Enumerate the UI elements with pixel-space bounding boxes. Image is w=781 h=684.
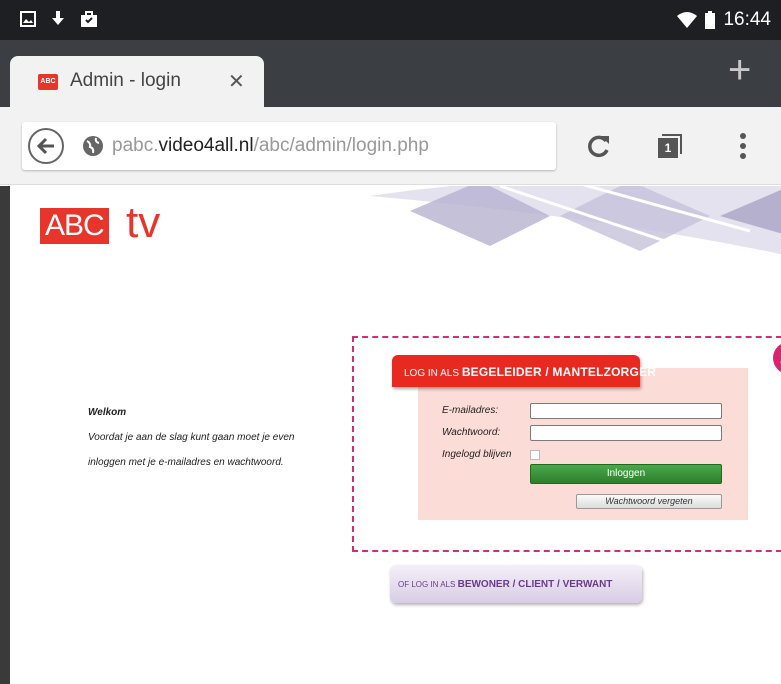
remember-checkbox[interactable]	[530, 450, 540, 460]
header-decoration	[370, 186, 781, 255]
back-button[interactable]	[28, 128, 64, 164]
window-edge	[0, 186, 10, 684]
email-field[interactable]	[530, 403, 722, 419]
reload-icon[interactable]	[586, 133, 612, 159]
globe-icon	[83, 136, 103, 156]
close-tab-icon[interactable]: ✕	[228, 69, 245, 94]
welcome-title: Welkom	[88, 407, 127, 418]
password-label: Wachtwoord:	[442, 427, 501, 438]
url-host: video4all.nl	[158, 135, 254, 156]
wifi-icon	[677, 12, 698, 28]
tab-strip: ABC Admin - login ✕ +	[0, 40, 781, 107]
status-bar: 16:44	[0, 0, 781, 40]
url-path: /abc/admin/login.php	[253, 135, 429, 156]
email-label: E-mailadres:	[442, 405, 499, 416]
password-field[interactable]	[530, 425, 722, 441]
battery-icon	[705, 11, 716, 29]
welcome-line-2: inloggen met je e-mailadres en wachtwoor…	[88, 457, 284, 468]
login-form: E-mailadres: Wachtwoord: Ingelogd blijve…	[418, 368, 748, 520]
clock: 16:44	[723, 9, 771, 30]
more-menu-icon[interactable]	[738, 132, 748, 160]
web-page: ABC tv Welkom Voordat je aan de slag kun…	[10, 186, 781, 684]
abc-tv-logo: ABC tv	[40, 200, 180, 250]
other-tab-prefix: OF LOG IN ALS	[398, 580, 456, 589]
address-bar[interactable]: pabc.video4all.nl/abc/admin/login.php	[22, 122, 556, 170]
logo-prefix: ABC	[40, 208, 109, 244]
briefcase-icon	[81, 11, 97, 27]
browser-tab[interactable]: ABC Admin - login ✕	[10, 56, 264, 107]
back-icon	[36, 137, 54, 155]
login-as-resident-tab[interactable]: OF LOG IN ALS BEWONER / CLIENT / VERWANT	[390, 565, 642, 603]
forgot-password-button[interactable]: Wachtwoord vergeten	[576, 494, 722, 509]
tab-switcher-icon[interactable]: 1	[658, 134, 682, 158]
welcome-text: Welkom Voordat je aan de slag kunt gaan …	[88, 400, 294, 475]
tab-count: 1	[658, 138, 678, 158]
remember-label: Ingelogd blijven	[442, 449, 512, 460]
other-tab-role: BEWONER / CLIENT / VERWANT	[457, 579, 613, 590]
favicon: ABC	[38, 74, 58, 90]
login-button[interactable]: Inloggen	[530, 464, 722, 484]
browser-toolbar: pabc.video4all.nl/abc/admin/login.php 1	[0, 107, 781, 185]
logo-suffix: tv	[126, 198, 161, 247]
login-tab-prefix: LOG IN ALS	[404, 368, 460, 379]
url-prefix: pabc.	[112, 135, 159, 156]
login-as-caregiver-tab[interactable]: LOG IN ALS BEGELEIDER / MANTELZORGER	[392, 355, 656, 387]
new-tab-icon[interactable]: +	[728, 50, 751, 90]
image-icon	[20, 11, 36, 27]
tab-title: Admin - login	[70, 70, 181, 91]
welcome-line-1: Voordat je aan de slag kunt gaan moet je…	[88, 432, 295, 443]
download-icon	[52, 11, 64, 25]
login-tab-role: BEGELEIDER / MANTELZORGER	[461, 365, 657, 379]
url-text: pabc.video4all.nl/abc/admin/login.php	[112, 135, 429, 157]
